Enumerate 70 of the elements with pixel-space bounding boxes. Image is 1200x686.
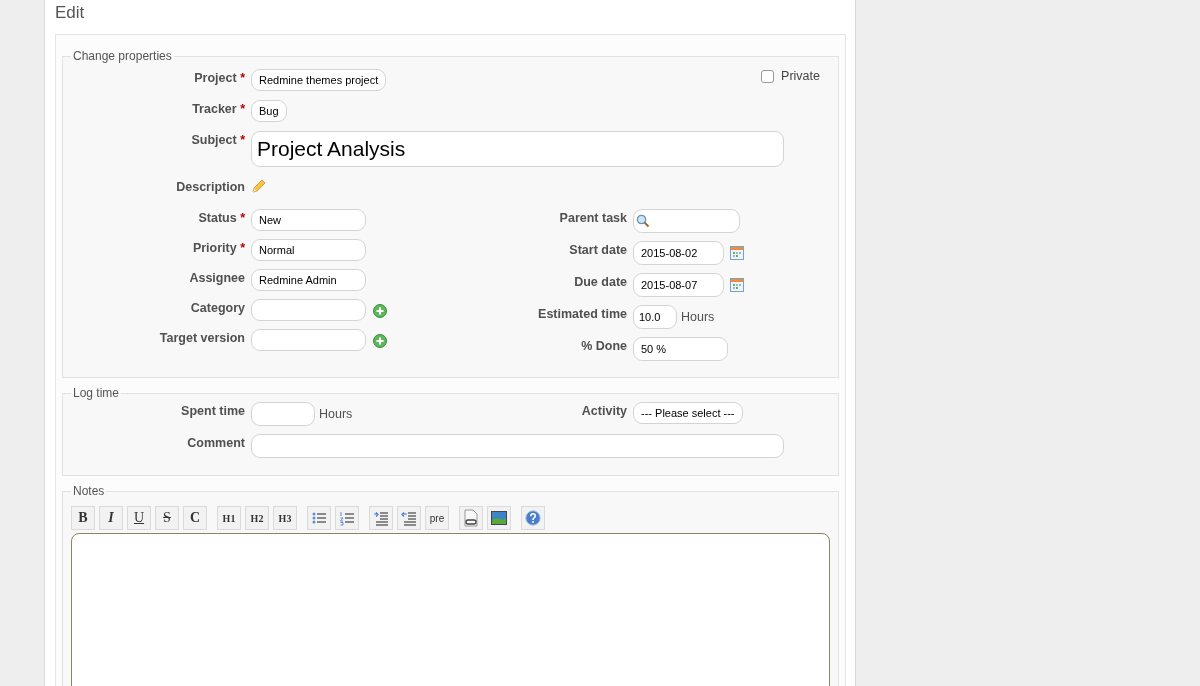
underline-button[interactable]: U (127, 506, 151, 530)
page-title: Edit (55, 2, 86, 24)
code-button[interactable]: C (183, 506, 207, 530)
search-field[interactable] (633, 209, 740, 233)
select-field[interactable]: New (251, 209, 366, 231)
search-icon (636, 214, 650, 228)
outdent-button[interactable] (397, 506, 421, 530)
bold-button[interactable]: B (71, 506, 95, 530)
field-label: Status * (197, 210, 246, 227)
field-label: Subject * (190, 132, 246, 149)
image-icon (491, 511, 507, 525)
select-field[interactable]: 50 % (633, 337, 728, 361)
field-label: Estimated time (537, 306, 628, 323)
select-field[interactable] (251, 329, 366, 351)
field-label: Tracker * (191, 101, 246, 118)
date-field[interactable]: 2015-08-07 (633, 273, 724, 297)
select-field[interactable]: Bug (251, 100, 287, 122)
italic-button[interactable]: I (99, 506, 123, 530)
add-icon[interactable] (373, 304, 387, 318)
select-field[interactable] (251, 299, 366, 321)
fieldset-legend: Change properties (71, 49, 174, 63)
indent-button[interactable] (369, 506, 393, 530)
field-label: Target version (158, 330, 246, 347)
help-button[interactable] (521, 506, 545, 530)
heading-3-button[interactable]: H3 (273, 506, 297, 530)
preformatted-button[interactable]: pre (425, 506, 449, 530)
checkbox-label: Private (781, 69, 820, 83)
field-label: Activity (580, 403, 628, 420)
field-label: Description (175, 179, 246, 196)
help-icon (525, 510, 541, 526)
outdent-icon (401, 510, 417, 526)
select-field[interactable]: Redmine themes project (251, 69, 387, 91)
fieldset-legend: Log time (71, 386, 122, 400)
ol-button[interactable] (335, 506, 359, 530)
pencil-icon[interactable] (251, 178, 267, 194)
field-label: Priority * (191, 240, 246, 257)
indent-icon (373, 510, 389, 526)
select-field[interactable]: Redmine Admin (251, 269, 366, 291)
field-label: Due date (573, 274, 628, 291)
select-field[interactable]: --- Please select --- (633, 402, 743, 424)
field-label: Category (189, 300, 246, 317)
field-label: Comment (186, 435, 246, 452)
link-button[interactable] (459, 506, 483, 530)
numbered-list-icon (339, 510, 355, 526)
field-label: Project * (193, 70, 246, 87)
field-label: Spent time (180, 403, 246, 420)
ul-button[interactable] (307, 506, 331, 530)
bulleted-list-icon (311, 510, 327, 526)
strikethrough-button[interactable]: S (155, 506, 179, 530)
input-field[interactable] (251, 402, 315, 426)
subject-field[interactable]: Project Analysis (251, 131, 784, 167)
field-label: Start date (568, 242, 628, 259)
calendar-icon[interactable] (730, 246, 744, 260)
fieldset-legend: Notes (71, 484, 107, 498)
calendar-icon[interactable] (730, 278, 744, 292)
number-field[interactable]: 10.0 (633, 305, 677, 329)
field-label: % Done (580, 338, 628, 355)
checkbox[interactable] (761, 69, 775, 83)
unit-label: Hours (319, 406, 353, 423)
heading-1-button[interactable]: H1 (217, 506, 241, 530)
add-icon[interactable] (373, 334, 387, 348)
heading-2-button[interactable]: H2 (245, 506, 269, 530)
field-label: Assignee (188, 270, 246, 287)
select-field[interactable]: Normal (251, 239, 366, 261)
unit-label: Hours (681, 309, 715, 326)
image-button[interactable] (487, 506, 511, 530)
date-field[interactable]: 2015-08-02 (633, 241, 724, 265)
field-label: Parent task (558, 210, 628, 227)
input-field[interactable] (251, 434, 784, 458)
link-icon (463, 509, 479, 527)
